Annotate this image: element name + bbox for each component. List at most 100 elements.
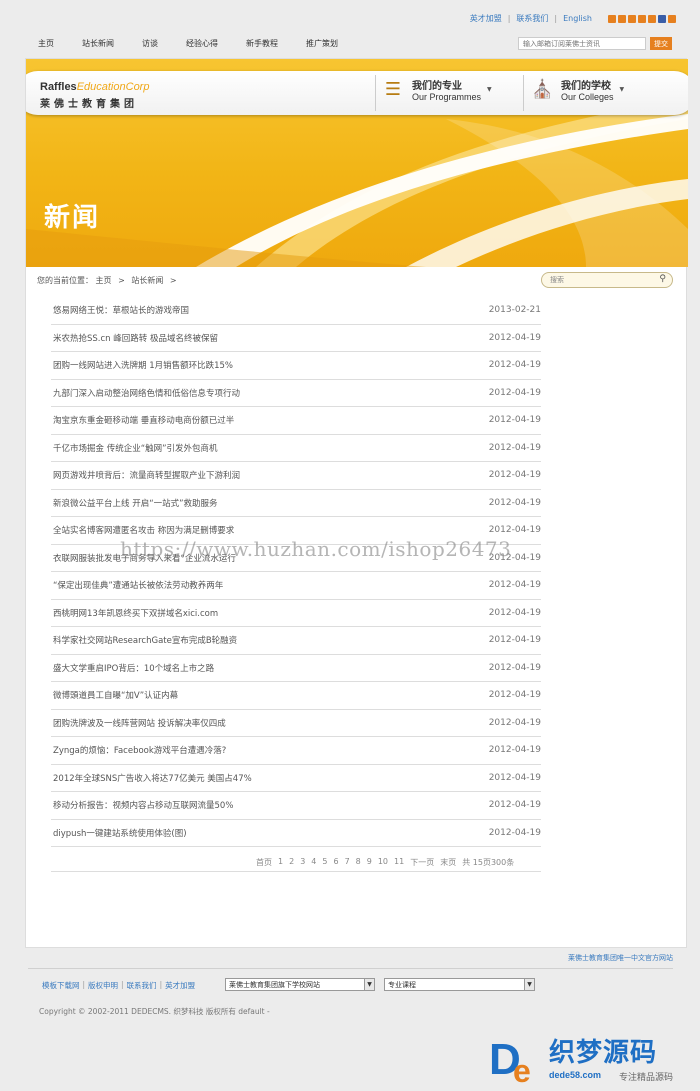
programmes-menu[interactable]: ☰ 我们的专业 Our Programmes ▼ [382, 77, 492, 103]
breadcrumb-home[interactable]: 主页 [96, 276, 112, 285]
brand-name: 织梦源码 [549, 1038, 658, 1068]
breadcrumb-section[interactable]: 站长新闻 [131, 276, 163, 285]
pager-next[interactable]: 下一页 [410, 857, 434, 868]
news-title[interactable]: Zynga的烦恼：Facebook游戏平台遭遇冷落? [51, 744, 226, 756]
list-item[interactable]: diypush一键建站系统使用体验(图) 2012-04-19 [51, 820, 541, 847]
list-item[interactable]: 网页游戏井喷背后：流量商转型握取产业下游利润 2012-04-19 [51, 462, 541, 490]
logo-word-education: Education [76, 81, 126, 93]
page-title: 新闻 [44, 203, 101, 233]
nav-item-promotion[interactable]: 推广策划 [306, 38, 338, 49]
news-date: 2012-04-19 [488, 635, 541, 646]
contact-link[interactable]: 联系我们 [516, 13, 548, 24]
pager-page[interactable]: 1 [278, 857, 283, 868]
footer-link[interactable]: 联系我们 [127, 980, 157, 991]
separator: | [159, 980, 163, 989]
news-title[interactable]: 淘宝京东重金砸移动端 垂直移动电商份额已过半 [51, 414, 234, 426]
brand-url: dede58.com [549, 1070, 602, 1080]
pager-page[interactable]: 11 [394, 857, 404, 868]
english-link[interactable]: English [563, 14, 592, 23]
news-title[interactable]: 新浪微公益平台上线 开启“一站式”救助服务 [51, 497, 218, 509]
list-item[interactable]: 西桃明网13年凯恩终买下双拼域名xici.com 2012-04-19 [51, 600, 541, 627]
pager-page[interactable]: 3 [300, 857, 305, 868]
news-title[interactable]: 移动分析报告：视频内容占移动互联网流量50% [51, 799, 233, 811]
select-value: 专业课程 [388, 981, 416, 989]
news-date: 2012-04-19 [488, 717, 541, 728]
list-item[interactable]: 移动分析报告：视频内容占移动互联网流量50% 2012-04-19 [51, 792, 541, 820]
pager-last[interactable]: 末页 [440, 857, 456, 868]
news-title[interactable]: 米农热抢SS.cn 峰回路转 极品域名终被保留 [51, 332, 218, 344]
pager-page[interactable]: 6 [333, 857, 338, 868]
news-title[interactable]: 全站实名博客网遭匿名攻击 称因为满足删博要求 [51, 524, 234, 536]
separator: | [554, 14, 558, 23]
footer-link[interactable]: 模板下载网 [42, 980, 80, 991]
join-link[interactable]: 英才加盟 [470, 13, 502, 24]
share-icon[interactable] [648, 14, 656, 23]
list-item[interactable]: 九部门深入启动整治网络色情和低俗信息专项行动 2012-04-19 [51, 380, 541, 407]
copyright: Copyright © 2002-2011 DEDECMS. 织梦科技 版权所有… [39, 1007, 270, 1016]
pager-page[interactable]: 10 [378, 857, 388, 868]
news-title[interactable]: 微博頭道員工自曝“加V”认证内幕 [51, 689, 178, 701]
divider [28, 968, 673, 969]
news-title[interactable]: 网页游戏井喷背后：流量商转型握取产业下游利润 [51, 469, 240, 481]
share-icon[interactable] [618, 14, 626, 23]
news-title[interactable]: 盛大文学重启IPO背后：10个域名上市之路 [51, 662, 214, 674]
news-date: 2012-04-19 [488, 662, 541, 673]
share-icon[interactable] [608, 14, 616, 23]
nav-item-news[interactable]: 站长新闻 [82, 38, 114, 49]
logo-english[interactable]: RafflesEducationCorp [40, 81, 149, 93]
list-item[interactable]: 淘宝京东重金砸移动端 垂直移动电商份额已过半 2012-04-19 [51, 407, 541, 435]
news-title[interactable]: “保定出现佳典”遭通站长被依法劳动教养两年 [51, 579, 223, 591]
pager-page[interactable]: 9 [367, 857, 372, 868]
main-nav: 主页 站长新闻 访谈 经验心得 新手教程 推广策划 [38, 38, 366, 49]
pager-page[interactable]: 5 [322, 857, 327, 868]
divider [523, 75, 524, 111]
schools-select[interactable]: 莱佛士教育集团旗下学校网站 ▼ [225, 978, 375, 991]
list-item[interactable]: 新浪微公益平台上线 开启“一站式”救助服务 2012-04-19 [51, 490, 541, 517]
news-title[interactable]: 2012年全球SNS广告收入将达77亿美元 美国占47% [51, 772, 252, 784]
list-item[interactable]: 团购洗牌波及一线阵营网站 投诉解决率仅四成 2012-04-19 [51, 710, 541, 737]
pager-page[interactable]: 4 [311, 857, 316, 868]
colleges-menu[interactable]: ⛪ 我们的学校 Our Colleges ▼ [531, 77, 624, 103]
official-site-link[interactable]: 莱佛士教育集团唯一中文官方网站 [568, 953, 673, 963]
news-title[interactable]: 悠易网络王悦：草根站长的游戏帝国 [51, 304, 189, 316]
list-item[interactable]: 米农热抢SS.cn 峰回路转 极品域名终被保留 2012-04-19 [51, 325, 541, 352]
pager-page[interactable]: 2 [289, 857, 294, 868]
pager-page[interactable]: 7 [345, 857, 350, 868]
news-title[interactable]: 千亿市场掘金 传统企业“触网”引发外包商机 [51, 442, 218, 454]
nav-item-experience[interactable]: 经验心得 [186, 38, 218, 49]
pager-first[interactable]: 首页 [256, 857, 272, 868]
share-icon[interactable] [668, 14, 676, 23]
logo-chinese: 莱佛士教育集团 [40, 99, 138, 110]
list-item[interactable]: Zynga的烦恼：Facebook游戏平台遭遇冷落? 2012-04-19 [51, 737, 541, 765]
list-item[interactable]: 盛大文学重启IPO背后：10个域名上市之路 2012-04-19 [51, 655, 541, 682]
list-item[interactable]: 微博頭道員工自曝“加V”认证内幕 2012-04-19 [51, 682, 541, 710]
news-title[interactable]: 九部门深入启动整治网络色情和低俗信息专项行动 [51, 387, 240, 399]
list-item[interactable]: 科学家社交网站ResearchGate宣布完成B轮融资 2012-04-19 [51, 627, 541, 655]
facebook-icon[interactable] [658, 14, 666, 23]
nav-item-interview[interactable]: 访谈 [142, 38, 158, 49]
share-icon[interactable] [638, 14, 646, 23]
search-icon[interactable]: ⚲ [659, 274, 666, 284]
sidebar-search[interactable]: 搜索 ⚲ [541, 272, 673, 288]
news-title[interactable]: 科学家社交网站ResearchGate宣布完成B轮融资 [51, 634, 237, 646]
news-date: 2012-04-19 [488, 690, 541, 701]
courses-select[interactable]: 专业课程 ▼ [384, 978, 535, 991]
footer-link[interactable]: 英才加盟 [165, 980, 195, 991]
subscribe-input[interactable] [518, 37, 646, 50]
news-title[interactable]: 西桃明网13年凯恩终买下双拼域名xici.com [51, 607, 218, 619]
news-title[interactable]: 团购一线网站进入洗牌期 1月销售额环比跌15% [51, 359, 233, 371]
news-title[interactable]: diypush一键建站系统使用体验(图) [51, 827, 187, 839]
pager-page[interactable]: 8 [356, 857, 361, 868]
subscribe-button[interactable]: 提交 [650, 37, 672, 50]
list-item[interactable]: 悠易网络王悦：草根站长的游戏帝国 2013-02-21 [51, 297, 541, 325]
list-item[interactable]: “保定出现佳典”遭通站长被依法劳动教养两年 2012-04-19 [51, 572, 541, 600]
colleges-label-cn: 我们的学校 [561, 81, 611, 92]
news-title[interactable]: 团购洗牌波及一线阵营网站 投诉解决率仅四成 [51, 717, 226, 729]
nav-item-tutorial[interactable]: 新手教程 [246, 38, 278, 49]
list-item[interactable]: 2012年全球SNS广告收入将达77亿美元 美国占47% 2012-04-19 [51, 765, 541, 792]
share-icon[interactable] [628, 14, 636, 23]
list-item[interactable]: 千亿市场掘金 传统企业“触网”引发外包商机 2012-04-19 [51, 435, 541, 462]
footer-link[interactable]: 版权申明 [88, 980, 118, 991]
nav-item-home[interactable]: 主页 [38, 38, 54, 49]
list-item[interactable]: 团购一线网站进入洗牌期 1月销售额环比跌15% 2012-04-19 [51, 352, 541, 380]
